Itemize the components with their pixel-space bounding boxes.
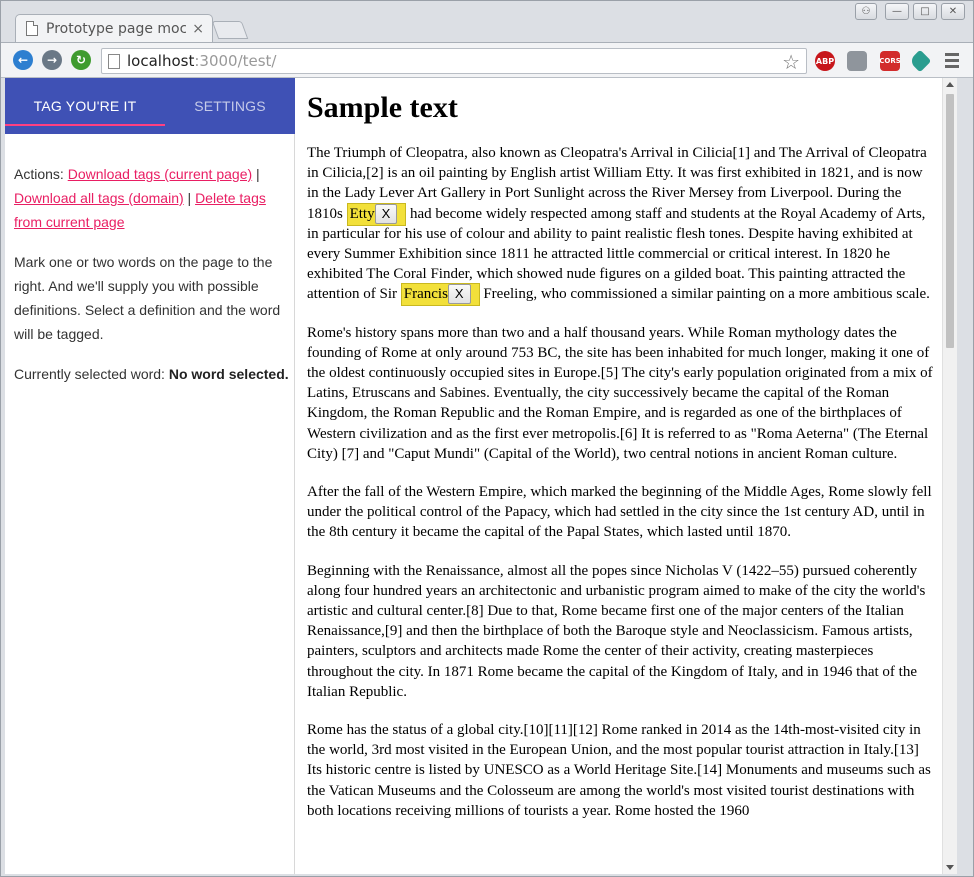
browser-window: Prototype page mock × ⚇ — □ ✕ ← → ↻ loca… — [0, 0, 974, 877]
browser-tab[interactable]: Prototype page mock × — [15, 14, 213, 42]
remove-tag-button[interactable]: X — [374, 203, 398, 224]
actions-line: Actions: Download tags (current page) | … — [14, 166, 266, 230]
tagging-sidebar: TAG YOU'RE IT SETTINGS Actions: Download… — [5, 78, 295, 874]
remove-tag-button[interactable]: X — [447, 284, 471, 305]
user-icon[interactable]: ⚇ — [855, 3, 877, 20]
tagged-word-francis: Francis X — [400, 283, 480, 307]
download-current-link[interactable]: Download tags (current page) — [68, 166, 252, 182]
minimize-button[interactable]: — — [885, 3, 909, 20]
tag-extension-icon[interactable] — [908, 49, 932, 73]
close-window-button[interactable]: ✕ — [941, 3, 965, 20]
menu-icon[interactable] — [945, 53, 959, 71]
sidebar-tabs: TAG YOU'RE IT SETTINGS — [5, 78, 295, 134]
address-bar[interactable]: localhost:3000/test/ ☆ — [101, 48, 807, 74]
scroll-thumb[interactable] — [946, 94, 954, 348]
page-viewport: TAG YOU'RE IT SETTINGS Actions: Download… — [5, 78, 957, 874]
vertical-scrollbar[interactable] — [942, 78, 957, 874]
reload-icon[interactable]: ↻ — [71, 50, 91, 70]
cube-extension-icon[interactable] — [847, 51, 867, 71]
forward-icon[interactable]: → — [42, 50, 62, 70]
tab-tag-youre-it[interactable]: TAG YOU'RE IT — [5, 78, 165, 134]
scroll-up-arrow-icon[interactable] — [946, 82, 954, 87]
selected-word-value: No word selected. — [168, 366, 289, 382]
paragraph-2: Rome's history spans more than two and a… — [307, 324, 933, 462]
tab-strip: Prototype page mock × ⚇ — □ ✕ — [1, 1, 973, 42]
download-all-link[interactable]: Download all tags (domain) — [14, 190, 184, 206]
instructions-text: Mark one or two words on the page to the… — [14, 254, 281, 342]
tagged-word-etty: Etty X — [346, 202, 407, 226]
tab-title: Prototype page mock — [46, 20, 187, 37]
star-icon[interactable]: ☆ — [782, 50, 800, 74]
maximize-button[interactable]: □ — [913, 3, 937, 20]
page-icon — [108, 53, 120, 69]
back-icon[interactable]: ← — [13, 50, 33, 70]
close-icon[interactable]: × — [192, 21, 204, 37]
browser-toolbar: ← → ↻ localhost:3000/test/ ☆ ABP CORS — [1, 42, 973, 78]
article-content: Sample text The Triumph of Cleopatra, al… — [307, 78, 937, 821]
page-title: Sample text — [307, 91, 458, 124]
adblock-extension-icon[interactable]: ABP — [815, 51, 835, 71]
new-tab-button[interactable] — [211, 21, 249, 39]
sidebar-body: Actions: Download tags (current page) | … — [14, 162, 290, 402]
page-icon — [26, 21, 38, 36]
cors-extension-icon[interactable]: CORS — [879, 51, 901, 71]
paragraph-5: Rome has the status of a global city.[10… — [307, 722, 931, 819]
paragraph-3: After the fall of the Western Empire, wh… — [307, 484, 932, 541]
paragraph-1: The Triumph of Cleopatra, also known as … — [307, 143, 937, 307]
scroll-down-arrow-icon[interactable] — [946, 865, 954, 870]
selected-word-line: Currently selected word: No word selecte… — [14, 366, 289, 382]
paragraph-4: Beginning with the Renaissance, almost a… — [307, 562, 926, 700]
url-text: localhost:3000/test/ — [127, 52, 277, 70]
window-controls: ⚇ — □ ✕ — [855, 3, 965, 20]
tab-settings[interactable]: SETTINGS — [165, 78, 295, 134]
